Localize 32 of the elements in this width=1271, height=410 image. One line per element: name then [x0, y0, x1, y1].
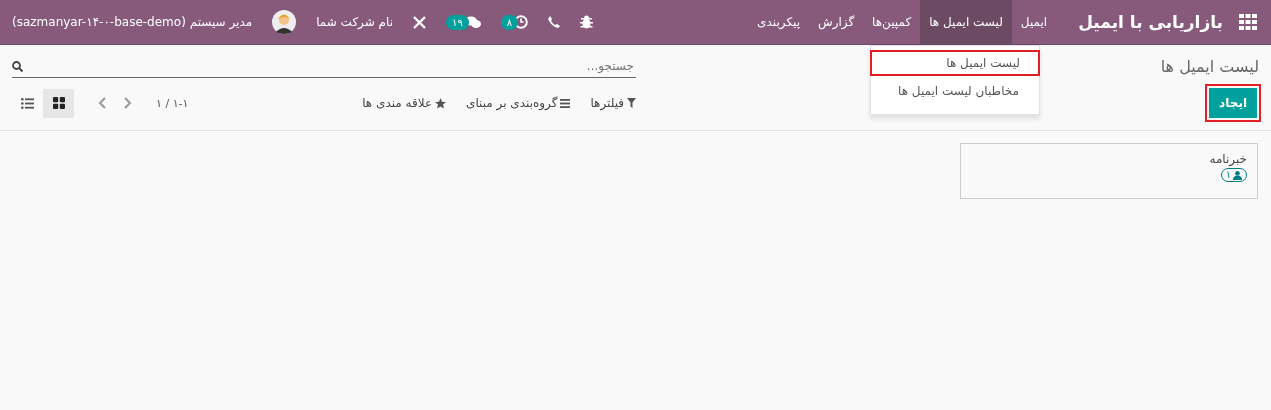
app-title: بازاریابی با ایمیل: [1078, 11, 1223, 34]
menu-item[interactable]: ایمیل: [1011, 0, 1057, 44]
menu-icon: [560, 98, 571, 108]
grid-icon: [52, 97, 65, 109]
breadcrumb[interactable]: لیست ایمیل ها: [1160, 57, 1259, 76]
pager-value[interactable]: ۱-۱ / ۱: [156, 96, 189, 110]
menu-item[interactable]: لیست ایمیل ها: [920, 0, 1012, 44]
company-name[interactable]: نام شرکت شما: [316, 15, 394, 29]
apps-menu-icon[interactable]: [1239, 14, 1257, 30]
menu-item[interactable]: کمپین‌ها: [863, 0, 921, 44]
menu-item[interactable]: پیکربندی: [748, 0, 809, 44]
search-option-button[interactable]: فیلترها: [590, 96, 636, 110]
bug-icon[interactable]: [580, 15, 594, 29]
list-icon: [21, 97, 34, 109]
kanban-card[interactable]: خبرنامه ۱: [960, 143, 1258, 199]
search-icon[interactable]: [12, 60, 23, 72]
clock-icon[interactable]: [514, 15, 529, 29]
search-option-button[interactable]: گروه‌بندی بر مبنای: [466, 96, 571, 110]
message-count-badge: ۱۹: [446, 14, 469, 30]
menu-item[interactable]: گزارش: [809, 0, 864, 44]
star-icon: [435, 97, 447, 109]
dropdown-item[interactable]: لیست ایمیل ها: [870, 50, 1040, 76]
phone-icon[interactable]: [548, 16, 561, 28]
card-title: خبرنامه: [1209, 152, 1247, 166]
kanban-view-button[interactable]: [43, 88, 74, 118]
search-option-button[interactable]: علاقه مندی ها: [362, 96, 447, 110]
search-field[interactable]: جستجو...: [23, 58, 636, 74]
filter-icon: [627, 98, 636, 108]
activity-count-badge: ۸: [500, 14, 519, 30]
user-name[interactable]: مدیر سیستم (sazmanyar-۱۴-۰-base-demo): [12, 15, 253, 29]
dropdown-item[interactable]: مخاطبان لیست ایمیل ها: [871, 78, 1039, 104]
avatar-icon[interactable]: [272, 10, 297, 34]
